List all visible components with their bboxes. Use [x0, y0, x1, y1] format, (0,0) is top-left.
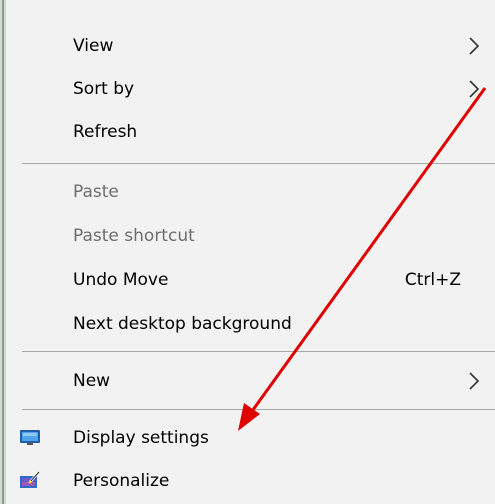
personalize-icon — [20, 471, 40, 488]
menu-item-next-desktop-background[interactable]: Next desktop background — [6, 304, 495, 344]
menu-item-label: Display settings — [73, 428, 209, 448]
menu-separator — [22, 351, 495, 352]
menu-item-view[interactable]: View — [6, 26, 495, 66]
menu-item-display-settings[interactable]: Display settings — [6, 418, 495, 458]
display-icon — [20, 430, 40, 445]
menu-item-label: Personalize — [73, 471, 170, 491]
menu-item-sort-by[interactable]: Sort by — [6, 69, 495, 109]
keyboard-shortcut: Ctrl+Z — [404, 270, 461, 290]
menu-item-personalize[interactable]: Personalize — [6, 461, 495, 501]
menu-item-new[interactable]: New — [6, 361, 495, 401]
menu-item-label: New — [73, 371, 111, 391]
menu-separator — [22, 409, 495, 410]
menu-item-label: Paste shortcut — [73, 226, 195, 246]
menu-item-undo-move[interactable]: Undo Move Ctrl+Z — [6, 260, 495, 300]
menu-item-paste-shortcut: Paste shortcut — [6, 216, 495, 256]
chevron-right-icon — [469, 372, 480, 390]
menu-item-label: Refresh — [73, 122, 138, 142]
desktop-context-menu: View Sort by Refresh Paste Paste shortcu… — [6, 0, 495, 504]
menu-item-label: Next desktop background — [73, 314, 292, 334]
menu-item-refresh[interactable]: Refresh — [6, 112, 495, 152]
menu-item-label: Sort by — [73, 79, 135, 99]
menu-item-paste: Paste — [6, 172, 495, 212]
menu-item-label: View — [73, 36, 114, 56]
menu-item-label: Paste — [73, 182, 119, 202]
chevron-right-icon — [469, 80, 480, 98]
menu-separator — [22, 163, 495, 164]
chevron-right-icon — [469, 37, 480, 55]
desktop-screen: View Sort by Refresh Paste Paste shortcu… — [0, 0, 495, 504]
menu-item-label: Undo Move — [73, 270, 169, 290]
